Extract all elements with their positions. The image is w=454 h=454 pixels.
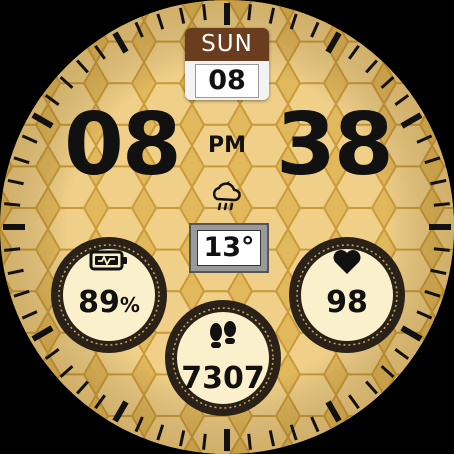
battery-icon xyxy=(89,250,127,271)
temperature-widget[interactable]: 13° xyxy=(189,223,269,273)
minute-tick xyxy=(202,4,207,21)
temperature-value: 13° xyxy=(197,230,261,266)
minute-tick xyxy=(433,247,450,252)
battery-value: 89 xyxy=(78,285,120,320)
minute-tick xyxy=(4,202,21,207)
cloud-moon-rain-icon[interactable] xyxy=(208,177,246,211)
minute-tick xyxy=(433,202,450,207)
steps-value: 7307 xyxy=(181,361,265,396)
heart-icon xyxy=(333,250,361,274)
heart-rate-complication[interactable]: 98 xyxy=(287,235,407,355)
battery-unit: % xyxy=(119,293,140,317)
date-widget[interactable]: SUN 08 xyxy=(185,28,269,100)
steps-ring xyxy=(165,300,281,416)
minute-tick xyxy=(247,4,252,21)
weekday-label: SUN xyxy=(185,28,269,61)
heart-rate-value: 98 xyxy=(326,285,368,320)
minute-tick xyxy=(202,433,207,450)
time-hours: 08 xyxy=(64,95,182,195)
footsteps-icon xyxy=(210,321,236,348)
minute-tick xyxy=(4,247,21,252)
steps-complication[interactable]: 7307 xyxy=(163,298,283,418)
battery-complication[interactable]: 89% xyxy=(49,235,169,355)
minute-tick xyxy=(247,433,252,450)
day-container: 08 xyxy=(185,61,269,100)
day-number: 08 xyxy=(195,63,259,98)
time-minutes: 38 xyxy=(276,95,394,195)
watch-face: SUN 08 08 PM 38 13° 89% 98 7307 xyxy=(0,0,454,454)
battery-readout: 89% xyxy=(49,285,169,320)
am-pm-indicator: PM xyxy=(207,133,247,158)
